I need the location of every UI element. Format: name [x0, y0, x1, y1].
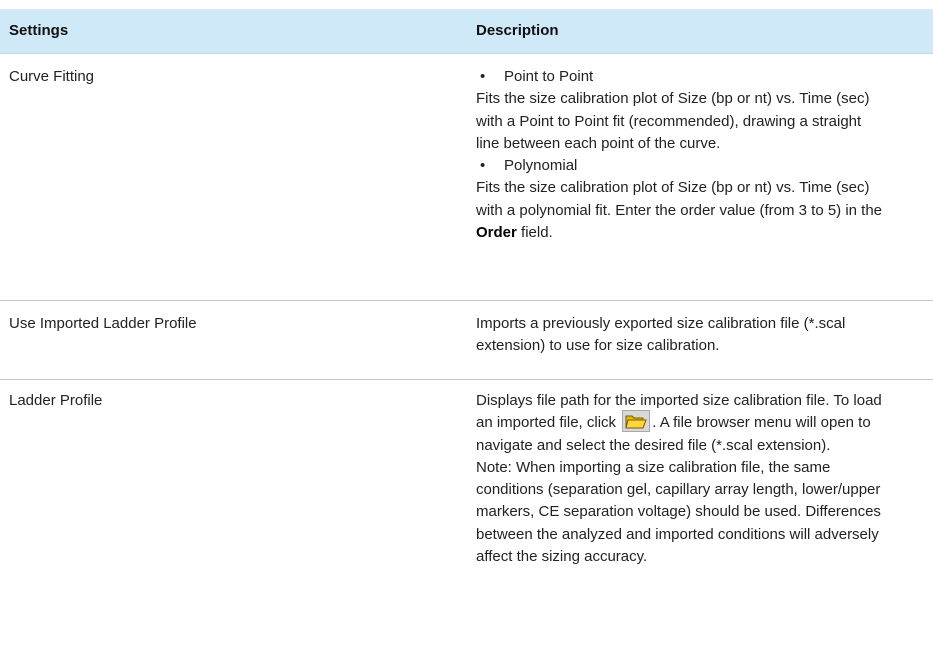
setting-name: Curve Fitting	[9, 68, 95, 85]
list-item: • Point to Point	[476, 66, 883, 88]
setting-description: Imports a previously exported size calib…	[476, 315, 846, 355]
description-text-part: field.	[521, 224, 553, 242]
description-text-part: Fits the size calibration plot of Size (…	[476, 179, 883, 219]
description-text: Displays file path for the imported size…	[476, 390, 883, 457]
description-text: Fits the size calibration plot of Size (…	[476, 90, 870, 152]
list-item: • Polynomial	[476, 155, 883, 177]
header-settings: Settings	[9, 22, 69, 39]
header-description: Description	[476, 22, 559, 39]
note-text: Note: When importing a size calibration …	[476, 458, 881, 566]
description-text: Fits the size calibration plot of Size (…	[476, 177, 883, 244]
bullet-label: Point to Point	[504, 68, 594, 85]
open-folder-icon	[622, 410, 651, 433]
table-row: Use Imported Ladder Profile Imports a pr…	[0, 301, 933, 380]
table-row: Curve Fitting • Point to Point Fits the …	[0, 54, 933, 301]
setting-description: Displays file path for the imported size…	[476, 390, 933, 600]
bullet-dot: •	[480, 157, 486, 175]
order-field-name: Order	[476, 224, 517, 242]
table-row: Ladder Profile Displays file path for th…	[0, 380, 933, 600]
table-header: Settings Description	[0, 9, 933, 54]
setting-name: Ladder Profile	[9, 392, 103, 409]
settings-table: Settings Description Curve Fitting • Poi…	[0, 9, 933, 600]
setting-description: • Point to Point Fits the size calibrati…	[476, 66, 933, 300]
bullet-label: Polynomial	[504, 157, 578, 175]
bullet-dot: •	[480, 68, 486, 85]
setting-name: Use Imported Ladder Profile	[9, 315, 197, 332]
